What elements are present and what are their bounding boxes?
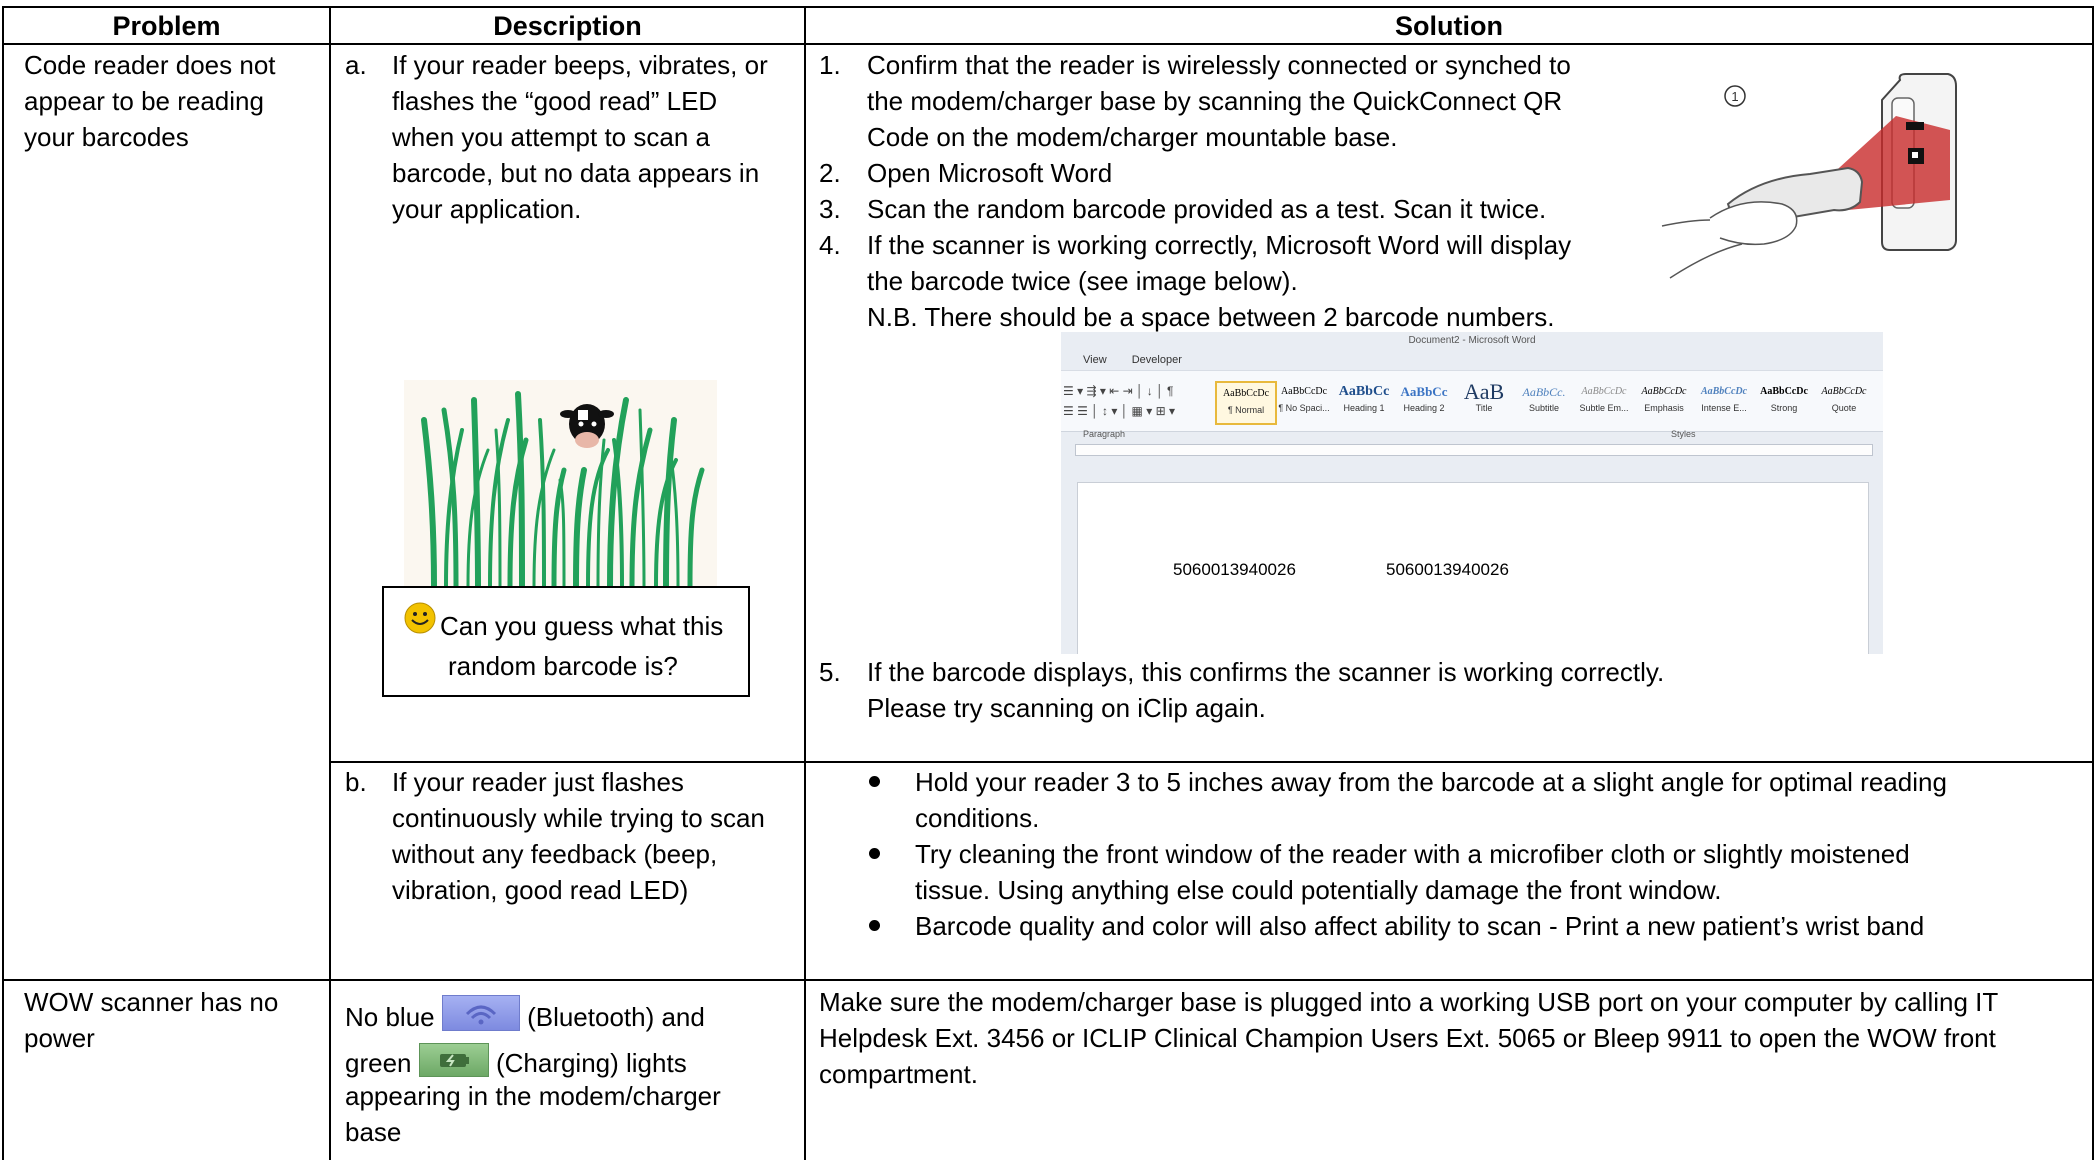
word-menu-view: View: [1083, 354, 1107, 366]
step-line: N.B. There should be a space between 2 b…: [867, 302, 1555, 332]
desc-a-line: If your reader beeps, vibrates, or: [392, 50, 768, 80]
step-line: Please try scanning on iClip again.: [867, 693, 1266, 723]
step-line: the barcode twice (see image below).: [867, 266, 1298, 296]
desc-a-line: when you attempt to scan a: [392, 122, 710, 152]
problem-text-line: power: [24, 1023, 95, 1053]
step-line: If the scanner is working correctly, Mic…: [867, 230, 1572, 260]
desc-a-line: barcode, but no data appears in: [392, 158, 760, 188]
charging-icon: [418, 1043, 489, 1077]
style-emphasis: AaBbCcDc Emphasis: [1641, 386, 1687, 413]
bullet-line: conditions.: [915, 803, 1040, 833]
style-heading-1: AaBbCc Heading 1: [1338, 384, 1390, 413]
bullet-dot: [869, 920, 880, 931]
desc-a-line: your application.: [392, 194, 582, 224]
barcode-output-1: 5060013940026: [1173, 560, 1296, 579]
step-number: 1.: [819, 50, 841, 80]
desc-a-marker: a.: [345, 50, 367, 80]
column-divider-1: [329, 6, 331, 1160]
callout-line-2: random barcode is?: [448, 651, 678, 681]
bullet-dot: [869, 848, 880, 859]
wow-desc-line-2: green (Charging) lights: [345, 1043, 687, 1081]
bullet-dot: [869, 776, 880, 787]
word-ruler: [1075, 444, 1873, 456]
step-number: 5.: [819, 657, 841, 687]
bullet-line: Try cleaning the front window of the rea…: [915, 839, 1910, 869]
step-line: Open Microsoft Word: [867, 158, 1113, 188]
problem-text-line: Code reader does not: [24, 50, 276, 80]
desc-b-line: vibration, good read LED): [392, 875, 689, 905]
word-screenshot: Document2 - Microsoft Word View Develope…: [1061, 332, 1883, 654]
wow-desc-line-3: appearing in the modem/charger: [345, 1081, 721, 1111]
style-subtitle: AaBbCc. Subtitle: [1522, 385, 1566, 413]
problem-text-line: appear to be reading: [24, 86, 264, 116]
step-number: 2.: [819, 158, 841, 188]
style-strong: AaBbCcDc Strong: [1760, 386, 1808, 413]
bullet-line: Barcode quality and color will also affe…: [915, 911, 1925, 941]
wow-desc-line-4: base: [345, 1117, 402, 1147]
header-solution: Solution: [1395, 11, 1503, 41]
step-line: Confirm that the reader is wirelessly co…: [867, 50, 1571, 80]
step-line: If the barcode displays, this confirms t…: [867, 657, 1665, 687]
row-divider-wow: [2, 979, 2094, 981]
smiley-icon: [404, 602, 436, 634]
desc-b-line: If your reader just flashes: [392, 767, 684, 797]
style-no-spacing: AaBbCcDc ¶ No Spaci...: [1278, 386, 1330, 413]
barcode-question-callout: Can you guess what this random barcode i…: [382, 586, 750, 697]
header-description: Description: [493, 11, 642, 41]
desc-a-line: flashes the “good read” LED: [392, 86, 718, 116]
barcode-output-2: 5060013940026: [1386, 560, 1509, 579]
step-line: the modem/charger base by scanning the Q…: [867, 86, 1563, 116]
table-border-left: [2, 6, 4, 1160]
step-number: 3.: [819, 194, 841, 224]
word-menu-bar: View Developer: [1083, 354, 1182, 366]
style-normal: AaBbCcDc ¶ Normal: [1215, 381, 1277, 425]
wow-solution-line: Helpdesk Ext. 3456 or ICLIP Clinical Cha…: [819, 1023, 1996, 1053]
row-divider-b: [329, 761, 2094, 763]
problem-text-line: WOW scanner has no: [24, 987, 279, 1017]
style-heading-2: AaBbCc Heading 2: [1400, 384, 1448, 413]
ribbon-group-styles: Styles: [1671, 429, 1696, 439]
wow-desc-line-1: No blue (Bluetooth) and: [345, 995, 705, 1035]
scanner-callout-number: 1: [1731, 89, 1738, 104]
style-intense-emphasis: AaBbCcDc Intense E...: [1700, 386, 1748, 413]
style-title: AaB Title: [1463, 379, 1505, 414]
step-line: Code on the modem/charger mountable base…: [867, 122, 1398, 152]
word-title: Document2 - Microsoft Word: [1408, 335, 1536, 346]
wow-solution-line: Make sure the modem/charger base is plug…: [819, 987, 1999, 1017]
callout-line-1: Can you guess what this: [440, 611, 724, 641]
step-line: Scan the random barcode provided as a te…: [867, 194, 1547, 224]
step-number: 4.: [819, 230, 841, 260]
column-divider-2: [804, 6, 806, 1160]
desc-b-line: continuously while trying to scan: [392, 803, 765, 833]
wow-solution-line: compartment.: [819, 1059, 978, 1089]
bullet-line: Hold your reader 3 to 5 inches away from…: [915, 767, 1947, 797]
problem-text-line: your barcodes: [24, 122, 189, 152]
bullet-line: tissue. Using anything else could potent…: [915, 875, 1722, 905]
barcode-cow-image: [404, 380, 717, 589]
ribbon-group-paragraph: Paragraph: [1083, 429, 1126, 439]
header-problem: Problem: [112, 11, 221, 41]
scanner-illustration: 1: [1650, 70, 1980, 292]
cow-head-icon: [560, 404, 614, 448]
table-border-right: [2092, 6, 2094, 1160]
desc-b-line: without any feedback (beep,: [392, 839, 718, 869]
paragraph-tools-icon: ☰ ▾ ⇶ ▾ ⇤ ⇥ │ ↓ │ ¶ ☰ ☰ │ ↕ ▾ │ ▦ ▾ ⊞ ▾: [1063, 384, 1175, 418]
desc-b-marker: b.: [345, 767, 367, 797]
style-quote: AaBbCcDc Quote: [1821, 386, 1867, 413]
bluetooth-icon: [441, 995, 520, 1031]
style-subtle-emphasis: AaBbCcDc Subtle Em...: [1579, 386, 1629, 413]
word-ribbon: ☰ ▾ ⇶ ▾ ⇤ ⇥ │ ↓ │ ¶ ☰ ☰ │ ↕ ▾ │ ▦ ▾ ⊞ ▾ A…: [1061, 370, 1883, 432]
word-menu-developer: Developer: [1131, 354, 1182, 366]
